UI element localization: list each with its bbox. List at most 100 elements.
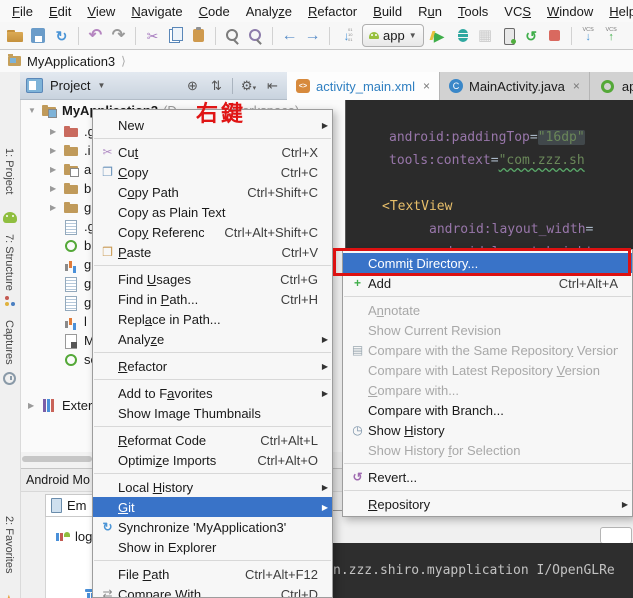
stop-icon[interactable]	[545, 26, 564, 45]
menu-file[interactable]: File	[4, 2, 41, 21]
restart-icon[interactable]: ↺	[522, 26, 541, 45]
tab-app[interactable]: app×	[589, 72, 633, 100]
tree-item[interactable]: ▶ g	[50, 198, 91, 217]
menu-item-copy-path[interactable]: Copy Path Ctrl+Shift+C	[93, 182, 332, 202]
tool-button----structure[interactable]: 7: Structure	[3, 234, 15, 291]
tree-item[interactable]: g	[50, 274, 91, 293]
tree-item[interactable]: ▶ .i	[50, 141, 91, 160]
menu-code[interactable]: Code	[191, 2, 238, 21]
save-icon[interactable]	[29, 26, 48, 45]
chevron-down-icon[interactable]: ▼	[28, 106, 36, 115]
menu-item-reformat-code[interactable]: Reformat Code Ctrl+Alt+L	[93, 430, 332, 450]
git-item-revert[interactable]: ↺ Revert...	[343, 467, 632, 487]
menu-item-compare-with[interactable]: ⇄ Compare With... Ctrl+D	[93, 584, 332, 598]
menu-item-local-history[interactable]: Local History ▶	[93, 477, 332, 497]
settings-icon[interactable]: ⚙	[240, 78, 257, 94]
run-icon[interactable]: ▶	[430, 26, 449, 45]
copy-icon[interactable]	[166, 26, 185, 45]
git-item-show-history-for-selection[interactable]: Show History for Selection	[343, 440, 632, 460]
git-item-show-history[interactable]: ◷ Show History	[343, 420, 632, 440]
tool-button-captures[interactable]: Captures	[3, 320, 15, 365]
chevron-right-icon[interactable]: ▶	[50, 146, 58, 155]
menu-item-copy-reference[interactable]: Copy Reference Ctrl+Alt+Shift+C	[93, 222, 332, 242]
open-icon[interactable]	[6, 26, 25, 45]
menu-navigate[interactable]: Navigate	[123, 2, 190, 21]
git-item-repository[interactable]: Repository ▶	[343, 494, 632, 514]
menu-vcs[interactable]: VCS	[496, 2, 539, 21]
order-icon[interactable]	[337, 26, 356, 45]
menu-item-file-path[interactable]: File Path Ctrl+Alt+F12	[93, 564, 332, 584]
git-item-show-current-revision[interactable]: Show Current Revision	[343, 320, 632, 340]
vcs-up-icon[interactable]	[602, 26, 621, 45]
search-icon[interactable]	[223, 26, 242, 45]
tab-close-icon[interactable]: ×	[573, 79, 580, 93]
menu-item-find-usages[interactable]: Find Usages Ctrl+G	[93, 269, 332, 289]
find-icon[interactable]	[246, 26, 265, 45]
tree-item[interactable]: ▶ b	[50, 179, 91, 198]
undo-icon[interactable]: ↶	[86, 26, 105, 45]
menu-item-copy-as-plain-text[interactable]: Copy as Plain Text	[93, 202, 332, 222]
menu-item-copy[interactable]: ❐ Copy Ctrl+C	[93, 162, 332, 182]
chevron-right-icon[interactable]: ▶	[28, 401, 36, 410]
menu-edit[interactable]: Edit	[41, 2, 79, 21]
tree-item[interactable]: ▶ .g	[50, 122, 95, 141]
menu-window[interactable]: Window	[539, 2, 601, 21]
git-item-add[interactable]: + Add Ctrl+Alt+A	[343, 273, 632, 293]
tree-item[interactable]: .g	[50, 217, 95, 236]
chevron-right-icon[interactable]: ▶	[50, 203, 58, 212]
menu-item-replace-in-path[interactable]: Replace in Path...	[93, 309, 332, 329]
sync-icon[interactable]: ↻	[52, 26, 71, 45]
tree-item[interactable]: b	[50, 236, 91, 255]
tree-item-external-libraries[interactable]: ▶ Exter	[28, 396, 92, 415]
tree-item[interactable]: ▶ a	[50, 160, 91, 179]
git-item-compare-latest-repository[interactable]: Compare with Latest Repository Version	[343, 360, 632, 380]
tree-item[interactable]: l	[50, 312, 87, 331]
project-panel-title[interactable]: Project	[50, 78, 90, 93]
menu-item-git[interactable]: Git ▶	[93, 497, 332, 517]
cut-icon[interactable]: ✂	[143, 26, 162, 45]
logcat-tab[interactable]: log	[56, 529, 92, 544]
redo-icon[interactable]: ↷	[109, 26, 128, 45]
run-configuration-selector[interactable]: app ▼	[362, 24, 424, 47]
tab-MainActivity.java[interactable]: C MainActivity.java ×	[439, 72, 590, 100]
menu-item-show-image-thumbnails[interactable]: Show Image Thumbnails	[93, 403, 332, 423]
chevron-right-icon[interactable]: ▶	[50, 165, 58, 174]
split-icon[interactable]: ⇅	[208, 78, 225, 94]
tree-item[interactable]: M	[50, 331, 95, 350]
menu-tools[interactable]: Tools	[450, 2, 496, 21]
menu-run[interactable]: Run	[410, 2, 450, 21]
collapse-icon[interactable]: ⇤	[264, 78, 281, 94]
back-icon[interactable]: ←	[280, 26, 299, 45]
menu-item-show-in-explorer[interactable]: Show in Explorer	[93, 537, 332, 557]
menu-item-paste[interactable]: ❒ Paste Ctrl+V	[93, 242, 332, 262]
chevron-right-icon[interactable]: ▶	[50, 127, 58, 136]
git-item-compare-with-branch[interactable]: Compare with Branch...	[343, 400, 632, 420]
menu-analyze[interactable]: Analyze	[238, 2, 300, 21]
git-item-annotate[interactable]: Annotate	[343, 300, 632, 320]
menu-build[interactable]: Build	[365, 2, 410, 21]
debug-icon[interactable]	[453, 26, 472, 45]
tree-item[interactable]: se	[50, 350, 98, 369]
device-icon[interactable]	[499, 26, 518, 45]
locate-icon[interactable]: ⊕	[184, 78, 201, 94]
paste-icon[interactable]	[189, 26, 208, 45]
tab-activity_main.xml[interactable]: <> activity_main.xml ×	[287, 72, 440, 100]
menu-item-optimize-imports[interactable]: Optimize Imports Ctrl+Alt+O	[93, 450, 332, 470]
menu-item-refactor[interactable]: Refactor ▶	[93, 356, 332, 376]
tab-close-icon[interactable]: ×	[423, 79, 430, 93]
breadcrumb-project[interactable]: MyApplication3	[27, 54, 115, 69]
menu-item-synchronize[interactable]: ↻ Synchronize 'MyApplication3'	[93, 517, 332, 537]
forward-icon[interactable]: →	[303, 26, 322, 45]
vcs-down-icon[interactable]	[579, 26, 598, 45]
menu-help[interactable]: Help	[601, 2, 633, 21]
tool-button----project[interactable]: 1: Project	[3, 148, 15, 194]
tree-item[interactable]: g	[50, 293, 91, 312]
coverage-icon[interactable]: ▦	[476, 26, 495, 45]
menu-item-cut[interactable]: ✂ Cut Ctrl+X	[93, 142, 332, 162]
menu-view[interactable]: View	[79, 2, 123, 21]
menu-refactor[interactable]: Refactor	[300, 2, 365, 21]
menu-item-add-to-favorites[interactable]: Add to Favorites ▶	[93, 383, 332, 403]
chevron-right-icon[interactable]: ▶	[50, 184, 58, 193]
menu-item-analyze[interactable]: Analyze ▶	[93, 329, 332, 349]
tree-item[interactable]: g	[50, 255, 91, 274]
